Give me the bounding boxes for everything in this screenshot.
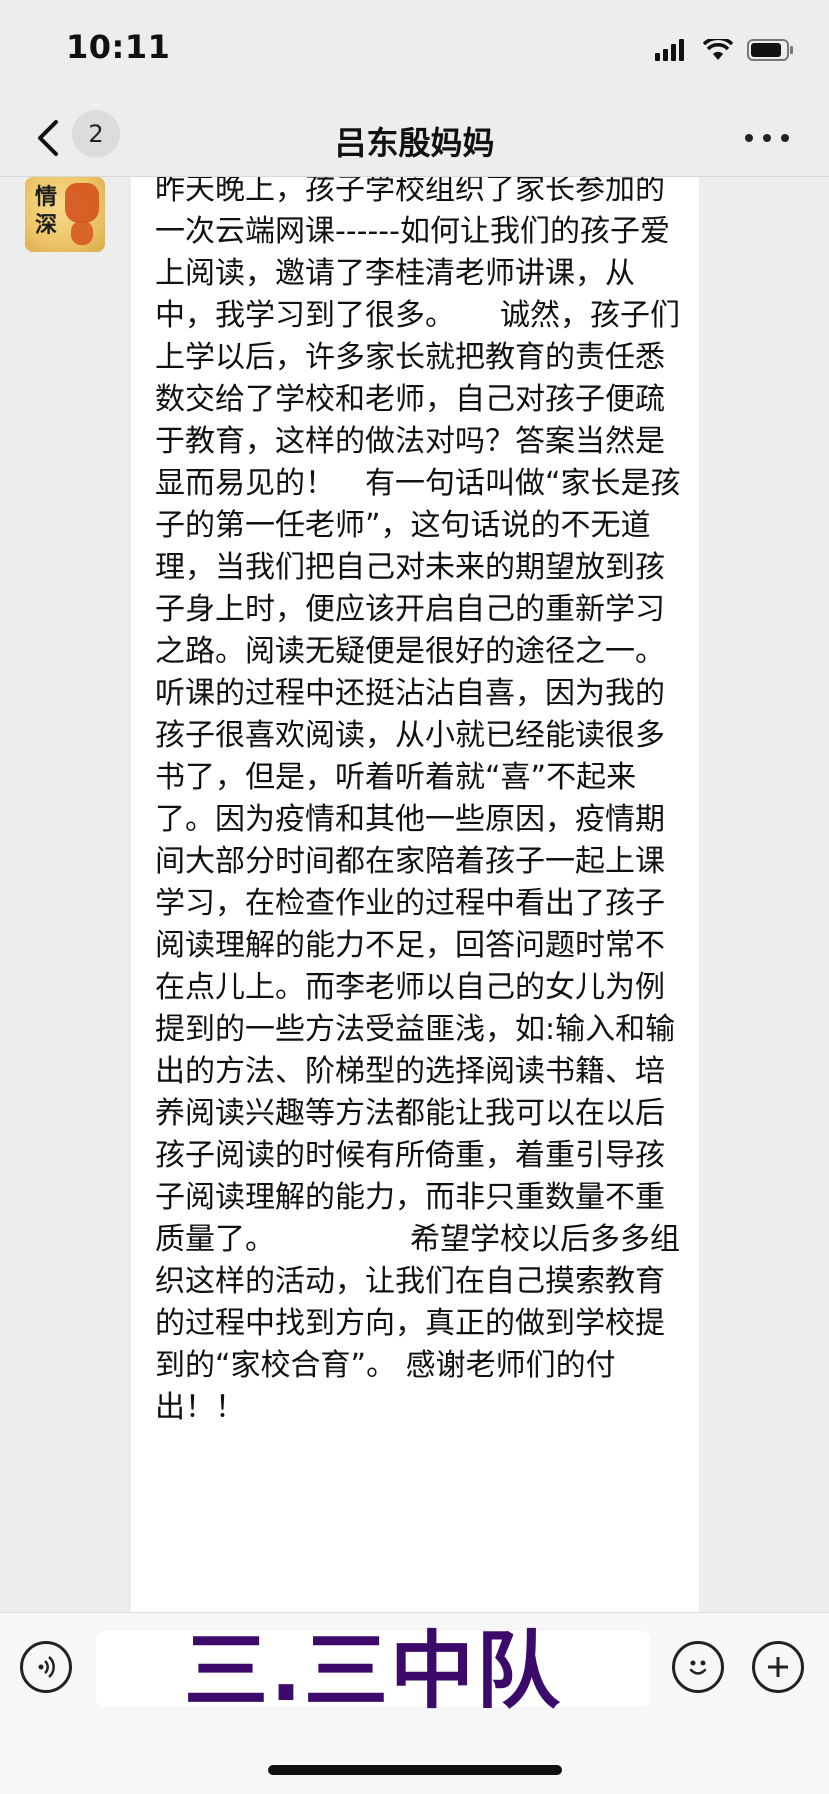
avatar[interactable]: 情深 bbox=[25, 177, 105, 252]
wifi-icon bbox=[703, 39, 733, 60]
more-button[interactable] bbox=[745, 126, 789, 150]
chat-message-list[interactable]: 情深 昨天晚上，孩子学校组织了家长参加的一次云端网课------如何让我们的孩子… bbox=[0, 177, 829, 1612]
message-bubble[interactable]: 昨天晚上，孩子学校组织了家长参加的一次云端网课------如何让我们的孩子爱上阅… bbox=[131, 177, 699, 1612]
voice-icon bbox=[38, 1656, 55, 1678]
unread-count-badge[interactable]: 2 bbox=[72, 110, 120, 158]
more-horizontal-icon bbox=[745, 134, 753, 142]
plus-icon bbox=[768, 1657, 788, 1677]
avatar-text: 情深 bbox=[35, 184, 58, 238]
message-text: 昨天晚上，孩子学校组织了家长参加的一次云端网课------如何让我们的孩子爱上阅… bbox=[155, 177, 740, 1425]
status-bar: 10:11 bbox=[0, 0, 829, 100]
cellular-signal-icon bbox=[655, 39, 684, 61]
status-icons bbox=[655, 36, 795, 64]
emoji-button[interactable] bbox=[672, 1641, 724, 1693]
overlay-caption: 三.三中队 bbox=[184, 1622, 562, 1720]
status-time: 10:11 bbox=[66, 28, 171, 66]
input-bar: 三.三中队 bbox=[0, 1612, 829, 1794]
battery-icon bbox=[747, 39, 793, 61]
home-indicator bbox=[268, 1765, 562, 1775]
chat-header: 吕东殷妈妈 bbox=[0, 100, 829, 177]
emoji-icon bbox=[689, 1660, 707, 1675]
plus-button[interactable] bbox=[752, 1641, 804, 1693]
chat-title: 吕东殷妈妈 bbox=[334, 124, 495, 162]
voice-button[interactable] bbox=[20, 1641, 72, 1693]
